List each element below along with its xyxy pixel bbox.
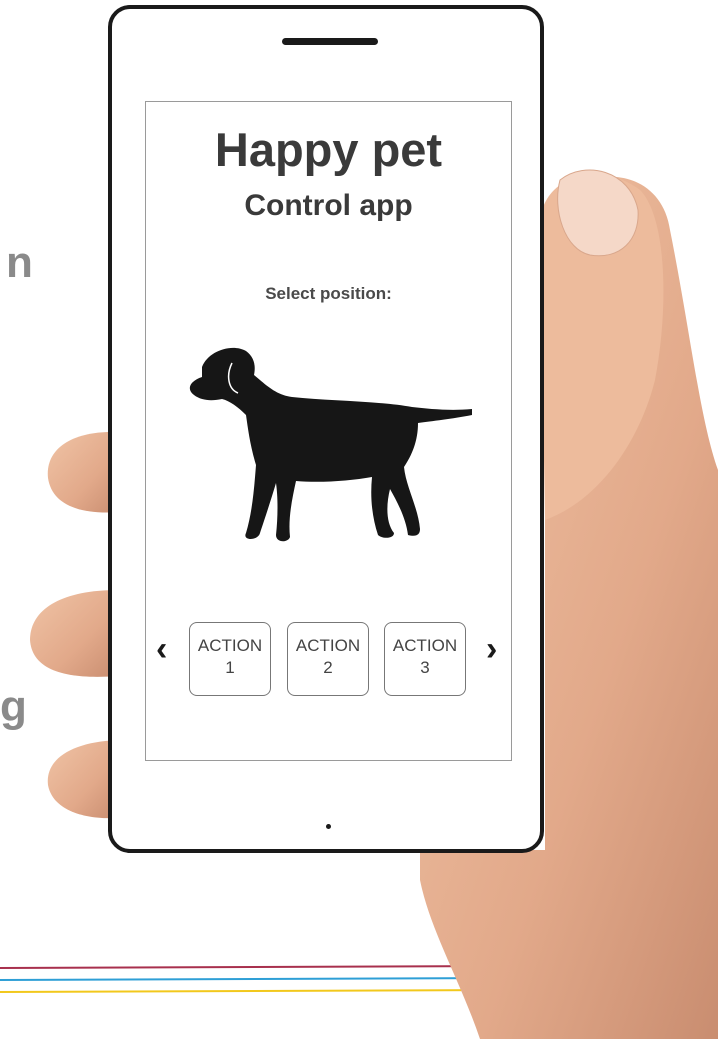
action-2-button[interactable]: ACTION 2 (287, 622, 369, 696)
select-position-label: Select position: (265, 284, 392, 303)
action-1-button[interactable]: ACTION 1 (189, 622, 271, 696)
phone-frame: Happy pet Control app Select position: ‹… (108, 5, 544, 853)
dog-silhouette (189, 347, 472, 542)
app-subtitle: Control app (244, 189, 413, 222)
chevron-left-icon[interactable]: ‹ (156, 632, 167, 666)
action-3-button[interactable]: ACTION 3 (384, 622, 466, 696)
action-button-label: ACTION (295, 636, 361, 655)
action-button-label: ACTION (392, 636, 458, 655)
action-button-number: 1 (225, 658, 235, 677)
app-screen: Happy pet Control app Select position: ‹… (145, 101, 512, 761)
action-button-number: 3 (420, 658, 430, 677)
action-button-number: 2 (323, 658, 333, 677)
chevron-right-icon[interactable]: › (486, 632, 497, 666)
app-title: Happy pet (214, 123, 443, 176)
action-button-label: ACTION (197, 636, 263, 655)
home-button[interactable] (326, 824, 331, 829)
phone-speaker (282, 38, 378, 45)
